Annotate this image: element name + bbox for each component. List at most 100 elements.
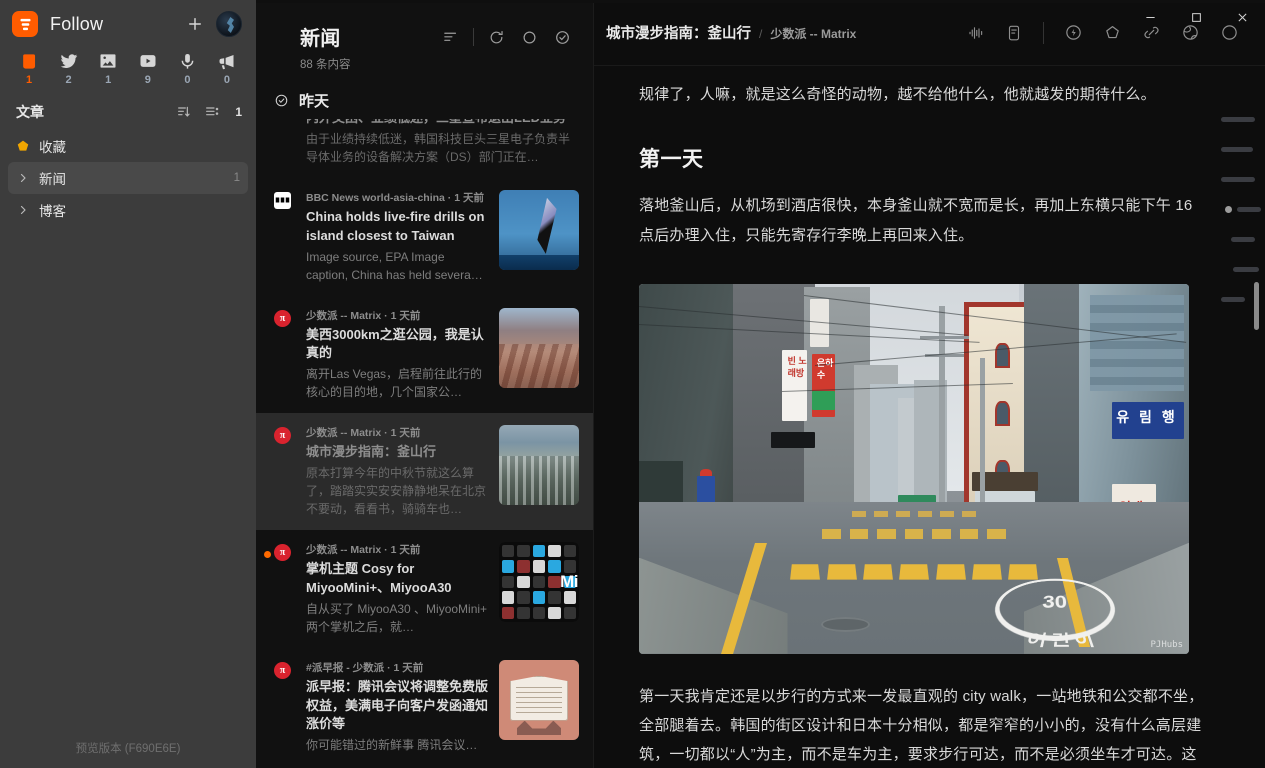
list-item[interactable]: BBC News world-asia-china · 1 天前 China h…	[256, 178, 593, 296]
article-outline-minimap[interactable]	[1215, 66, 1265, 768]
list-item-body: 内外交困、业绩低迷，三星宣布退出LED业务 由于业绩持续低迷，韩国科技巨头三星电…	[306, 119, 579, 166]
source-avatar-sspai: π	[274, 310, 291, 327]
list-item-source: BBC News world-asia-china	[306, 192, 445, 204]
manhole-cover	[821, 617, 871, 632]
list-item-time: 1 天前	[391, 427, 421, 439]
view-tab-articles[interactable]: 1	[14, 50, 44, 86]
source-avatar-text: π	[280, 313, 285, 324]
sign-cafe-text: 은하수	[817, 358, 835, 381]
day-group-label: 昨天	[299, 90, 329, 111]
sidebar-item-favorites[interactable]: 收藏	[8, 130, 248, 162]
view-tab-pictures[interactable]: 1	[93, 50, 123, 86]
maximize-button[interactable]	[1173, 0, 1219, 34]
sign-karaoke: 빈 노래방	[782, 350, 807, 420]
twitter-bird-icon	[59, 50, 79, 72]
minimap-row[interactable]	[1215, 104, 1265, 134]
thumbnail-text: Mi	[560, 572, 578, 592]
list-item-body: 少数派 -- Matrix · 1 天前 城市漫步指南：釜山行 原本打算今年的中…	[306, 425, 489, 518]
source-avatar-sspai: π	[274, 427, 291, 444]
view-tab-audios[interactable]: 0	[172, 50, 202, 86]
article-heading: 第一天	[639, 143, 1205, 173]
close-button[interactable]	[1219, 0, 1265, 34]
sidebar-item-blogs[interactable]: 博客	[8, 194, 248, 226]
list-item-meta: 少数派 -- Matrix · 1 天前	[306, 542, 489, 557]
day-group-header: 昨天	[256, 78, 593, 119]
sidebar-nav-list: 收藏 新闻 1 博客	[0, 130, 256, 226]
list-item-time: 1 天前	[391, 310, 421, 322]
sign-karaoke-text: 빈 노래방	[788, 355, 808, 379]
source-avatar-sspai: π	[274, 544, 291, 561]
video-play-icon	[138, 50, 158, 72]
section-title: 文章	[16, 102, 176, 122]
list-item-selected[interactable]: π 少数派 -- Matrix · 1 天前 城市漫步指南：釜山行 原本打算今年…	[256, 413, 593, 530]
image-icon	[98, 50, 118, 72]
chevron-right-icon[interactable]	[16, 204, 30, 216]
view-tab-count: 0	[224, 74, 230, 86]
chevron-right-icon[interactable]	[16, 172, 30, 184]
user-avatar[interactable]	[216, 11, 242, 37]
sidebar-item-news[interactable]: 新闻 1	[8, 162, 248, 194]
list-item[interactable]: π 少数派 -- Matrix · 1 天前 美西3000km之逛公园，我是认真…	[256, 296, 593, 414]
glass-facade	[1090, 295, 1184, 391]
follow-logo-icon	[12, 11, 38, 37]
source-avatar-text: π	[280, 547, 285, 558]
minimap-row[interactable]	[1215, 164, 1265, 194]
list-item-title: 美西3000km之逛公园，我是认真的	[306, 326, 489, 364]
list-item-title: 内外交困、业绩低迷，三星宣布退出LED业务	[306, 119, 579, 128]
sign-dark-banner	[771, 432, 815, 449]
section-header: 文章 1	[0, 92, 256, 130]
breadcrumb-feed-name: 少数派 -- Matrix	[770, 25, 856, 42]
source-avatar-text: π	[280, 430, 285, 441]
sign-green	[812, 391, 835, 410]
add-subscription-button[interactable]	[182, 11, 208, 37]
minimap-row[interactable]	[1215, 254, 1265, 284]
view-tab-videos[interactable]: 9	[133, 50, 163, 86]
view-tab-notifications[interactable]: 0	[212, 50, 242, 86]
check-circle-icon[interactable]	[274, 93, 289, 108]
list-item-source: #派早报 - 少数派	[306, 662, 384, 674]
list-item[interactable]: π #派早报 - 少数派 · 1 天前 派早报：腾讯会议将调整免费版权益，美满电…	[256, 648, 593, 767]
list-item-meta: BBC News world-asia-china · 1 天前	[306, 190, 489, 205]
article-paragraph: 第一天我肯定还是以步行的方式来一发最直观的 city walk，一站地铁和公交都…	[639, 682, 1205, 768]
list-item-body: 少数派 -- Matrix · 1 天前 掌机主题 Cosy for Miyoo…	[306, 542, 489, 636]
section-count: 1	[232, 105, 242, 119]
sort-desc-icon[interactable]	[176, 104, 192, 120]
text-lines-icon[interactable]	[434, 29, 467, 46]
sidebar-item-label: 收藏	[39, 136, 231, 156]
sidebar-item-label: 博客	[39, 200, 231, 220]
list-item-body: #派早报 - 少数派 · 1 天前 派早报：腾讯会议将调整免费版权益，美满电子向…	[306, 660, 489, 755]
refresh-icon[interactable]	[480, 29, 513, 46]
list-item-meta: #派早报 - 少数派 · 1 天前	[306, 660, 489, 675]
megaphone-icon	[216, 50, 237, 72]
ai-summary-icon[interactable]	[1054, 23, 1093, 42]
list-item-thumbnail	[499, 308, 579, 388]
minimap-row[interactable]	[1215, 134, 1265, 164]
list-item[interactable]: 内外交困、业绩低迷，三星宣布退出LED业务 由于业绩持续低迷，韩国科技巨头三星电…	[256, 119, 593, 178]
brand-name: Follow	[50, 14, 174, 35]
sidebar-item-label: 新闻	[39, 168, 225, 188]
list-item-desc: 由于业绩持续低迷，韩国科技巨头三星电子负责半导体业务的设备解决方案（DS）部门正…	[306, 130, 579, 166]
unread-dot	[264, 551, 271, 558]
feed-actions	[434, 28, 579, 46]
list-item-thumbnail	[499, 190, 579, 270]
minimap-row[interactable]	[1215, 224, 1265, 254]
list-item-desc: 原本打算今年的中秋节就这么算了，踏踏实实安安静静地呆在北京不要动，看看书，骑骑车…	[306, 464, 489, 518]
list-item-body: 少数派 -- Matrix · 1 天前 美西3000km之逛公园，我是认真的 …	[306, 308, 489, 402]
minimize-button[interactable]	[1127, 0, 1173, 34]
list-options-icon[interactable]	[204, 104, 220, 120]
list-item-time: 1 天前	[454, 192, 484, 204]
reader-mode-icon[interactable]	[995, 24, 1033, 42]
source-avatar-bbc	[274, 192, 291, 209]
list-item-left: π	[274, 542, 296, 636]
legs-shape	[517, 721, 562, 735]
circle-unread-icon[interactable]	[513, 29, 546, 46]
avatar-glyph	[226, 17, 234, 33]
feed-title: 新闻	[300, 22, 434, 51]
view-tab-social[interactable]: 2	[54, 50, 84, 86]
list-item[interactable]: π 少数派 -- Matrix · 1 天前 掌机主题 Cosy for Miy…	[256, 530, 593, 648]
list-item-meta: 少数派 -- Matrix · 1 天前	[306, 308, 489, 323]
audio-waveform-icon[interactable]	[957, 24, 995, 42]
mark-all-read-icon[interactable]	[546, 29, 579, 46]
minimap-row-active[interactable]	[1215, 194, 1265, 224]
scrollbar-thumb[interactable]	[1254, 282, 1259, 330]
